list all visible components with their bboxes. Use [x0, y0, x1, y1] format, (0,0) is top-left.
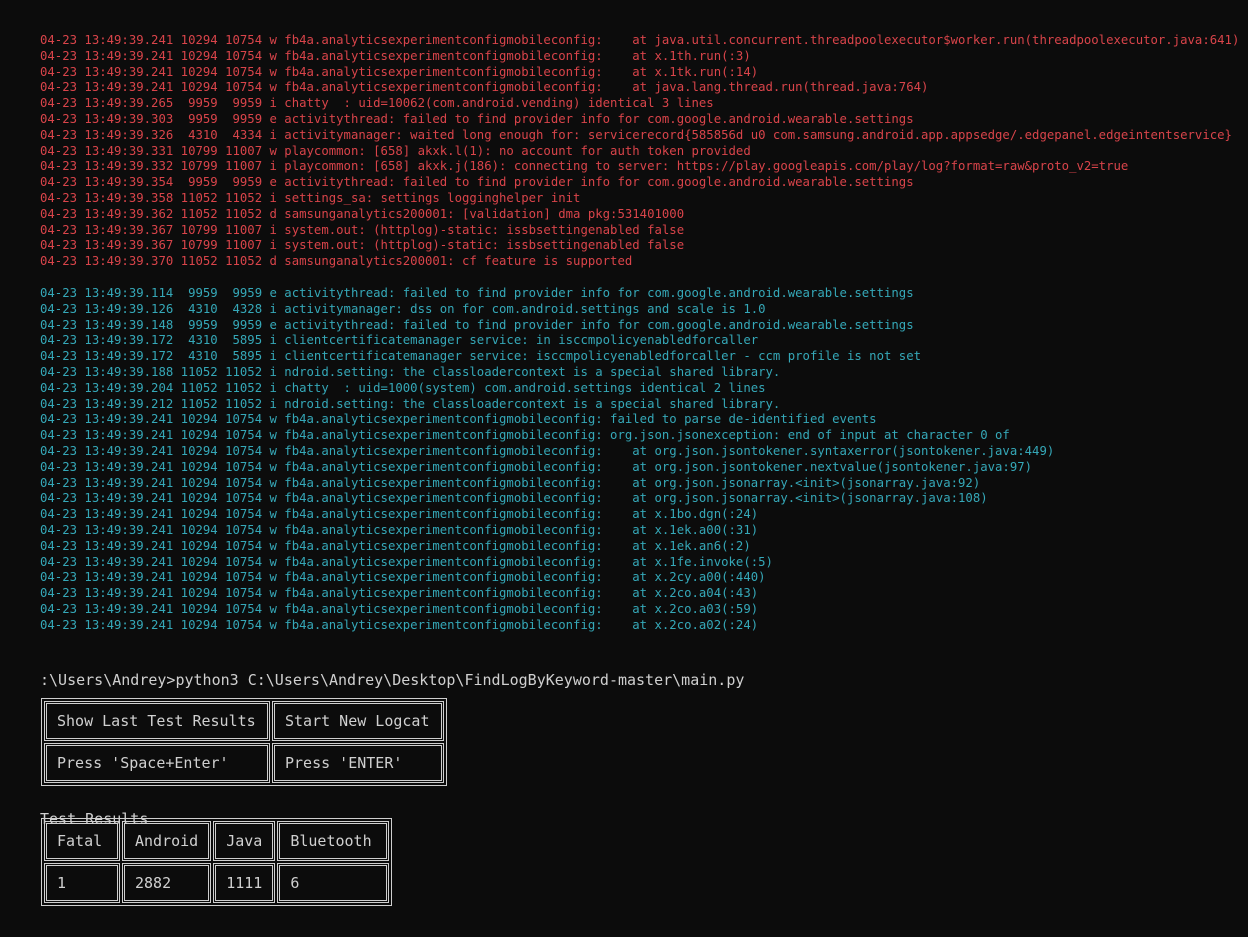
log-line: 04-23 13:49:39.241 10294 10754 w fb4a.an… [40, 428, 1010, 443]
log-line: 04-23 13:49:39.241 10294 10754 w fb4a.an… [40, 475, 981, 490]
results-header-fatal: Fatal [44, 821, 120, 861]
log-line: 04-23 13:49:39.331 10799 11007 w playcom… [40, 143, 751, 158]
log-line: 04-23 13:49:39.358 11052 11052 i setting… [40, 190, 581, 205]
log-line: 04-23 13:49:39.172 4310 5895 i clientcer… [40, 333, 759, 348]
log-line: 04-23 13:49:39.241 10294 10754 w fb4a.an… [40, 570, 766, 585]
log-line: 04-23 13:49:39.241 10294 10754 w fb4a.an… [40, 617, 759, 632]
log-line: 04-23 13:49:39.241 10294 10754 w fb4a.an… [40, 412, 877, 427]
menu-show-last-results[interactable]: Show Last Test Results [44, 701, 270, 741]
log-line: 04-23 13:49:39.241 10294 10754 w fb4a.an… [40, 586, 759, 601]
menu-hint-space-enter: Press 'Space+Enter' [44, 743, 270, 783]
results-value-bluetooth: 6 [277, 863, 390, 903]
results-value-java: 1111 [213, 863, 276, 903]
log-line: 04-23 13:49:39.212 11052 11052 i ndroid.… [40, 396, 781, 411]
log-line: 04-23 13:49:39.241 10294 10754 w fb4a.an… [40, 522, 759, 537]
log-line: 04-23 13:49:39.241 10294 10754 w fb4a.an… [40, 48, 751, 63]
menu-hint-enter: Press 'ENTER' [272, 743, 444, 783]
log-output-red: 04-23 13:49:39.241 10294 10754 w fb4a.an… [40, 33, 1239, 270]
log-line: 04-23 13:49:39.241 10294 10754 w fb4a.an… [40, 64, 759, 79]
log-line: 04-23 13:49:39.126 4310 4328 i activitym… [40, 301, 766, 316]
results-value-android: 2882 [122, 863, 212, 903]
results-value-fatal: 1 [44, 863, 120, 903]
command-line: :\Users\Andrey>python3 C:\Users\Andrey\D… [40, 671, 745, 689]
log-line: 04-23 13:49:39.367 10799 11007 i system.… [40, 222, 685, 237]
menu-hint-row: Press 'Space+Enter' Press 'ENTER' [44, 743, 444, 783]
log-line: 04-23 13:49:39.204 11052 11052 i chatty … [40, 380, 766, 395]
log-line: 04-23 13:49:39.303 9959 9959 e activityt… [40, 111, 914, 126]
menu-start-new-logcat[interactable]: Start New Logcat [272, 701, 444, 741]
log-line: 04-23 13:49:39.188 11052 11052 i ndroid.… [40, 364, 781, 379]
results-table: Fatal Android Java Bluetooth 1 2882 1111… [41, 818, 393, 906]
results-header-row: Fatal Android Java Bluetooth [44, 821, 390, 861]
log-line: 04-23 13:49:39.332 10799 11007 i playcom… [40, 159, 1129, 174]
menu-table: Show Last Test Results Start New Logcat … [41, 698, 447, 786]
menu-header-row: Show Last Test Results Start New Logcat [44, 701, 444, 741]
log-line: 04-23 13:49:39.241 10294 10754 w fb4a.an… [40, 443, 1055, 458]
results-header-java: Java [213, 821, 276, 861]
log-line: 04-23 13:49:39.241 10294 10754 w fb4a.an… [40, 459, 1033, 474]
log-line: 04-23 13:49:39.241 10294 10754 w fb4a.an… [40, 491, 988, 506]
log-line: 04-23 13:49:39.114 9959 9959 e activityt… [40, 286, 914, 300]
log-line: 04-23 13:49:39.370 11052 11052 d samsung… [40, 254, 633, 269]
log-line: 04-23 13:49:39.241 10294 10754 w fb4a.an… [40, 80, 929, 95]
log-line: 04-23 13:49:39.241 10294 10754 w fb4a.an… [40, 507, 759, 522]
log-line: 04-23 13:49:39.241 10294 10754 w fb4a.an… [40, 554, 773, 569]
log-line: 04-23 13:49:39.148 9959 9959 e activityt… [40, 317, 914, 332]
log-line: 04-23 13:49:39.367 10799 11007 i system.… [40, 238, 685, 253]
log-line: 04-23 13:49:39.241 10294 10754 w fb4a.an… [40, 538, 751, 553]
results-header-android: Android [122, 821, 212, 861]
log-output-cyan: 04-23 13:49:39.114 9959 9959 e activityt… [40, 286, 1054, 634]
log-line: 04-23 13:49:39.241 10294 10754 w fb4a.an… [40, 601, 759, 616]
log-line: 04-23 13:49:39.241 10294 10754 w fb4a.an… [40, 33, 1240, 47]
log-line: 04-23 13:49:39.265 9959 9959 i chatty : … [40, 96, 714, 111]
results-value-row: 1 2882 1111 6 [44, 863, 390, 903]
results-header-bluetooth: Bluetooth [277, 821, 390, 861]
log-line: 04-23 13:49:39.354 9959 9959 e activityt… [40, 175, 914, 190]
log-line: 04-23 13:49:39.172 4310 5895 i clientcer… [40, 349, 921, 364]
log-line: 04-23 13:49:39.362 11052 11052 d samsung… [40, 206, 685, 221]
log-line: 04-23 13:49:39.326 4310 4334 i activitym… [40, 127, 1232, 142]
